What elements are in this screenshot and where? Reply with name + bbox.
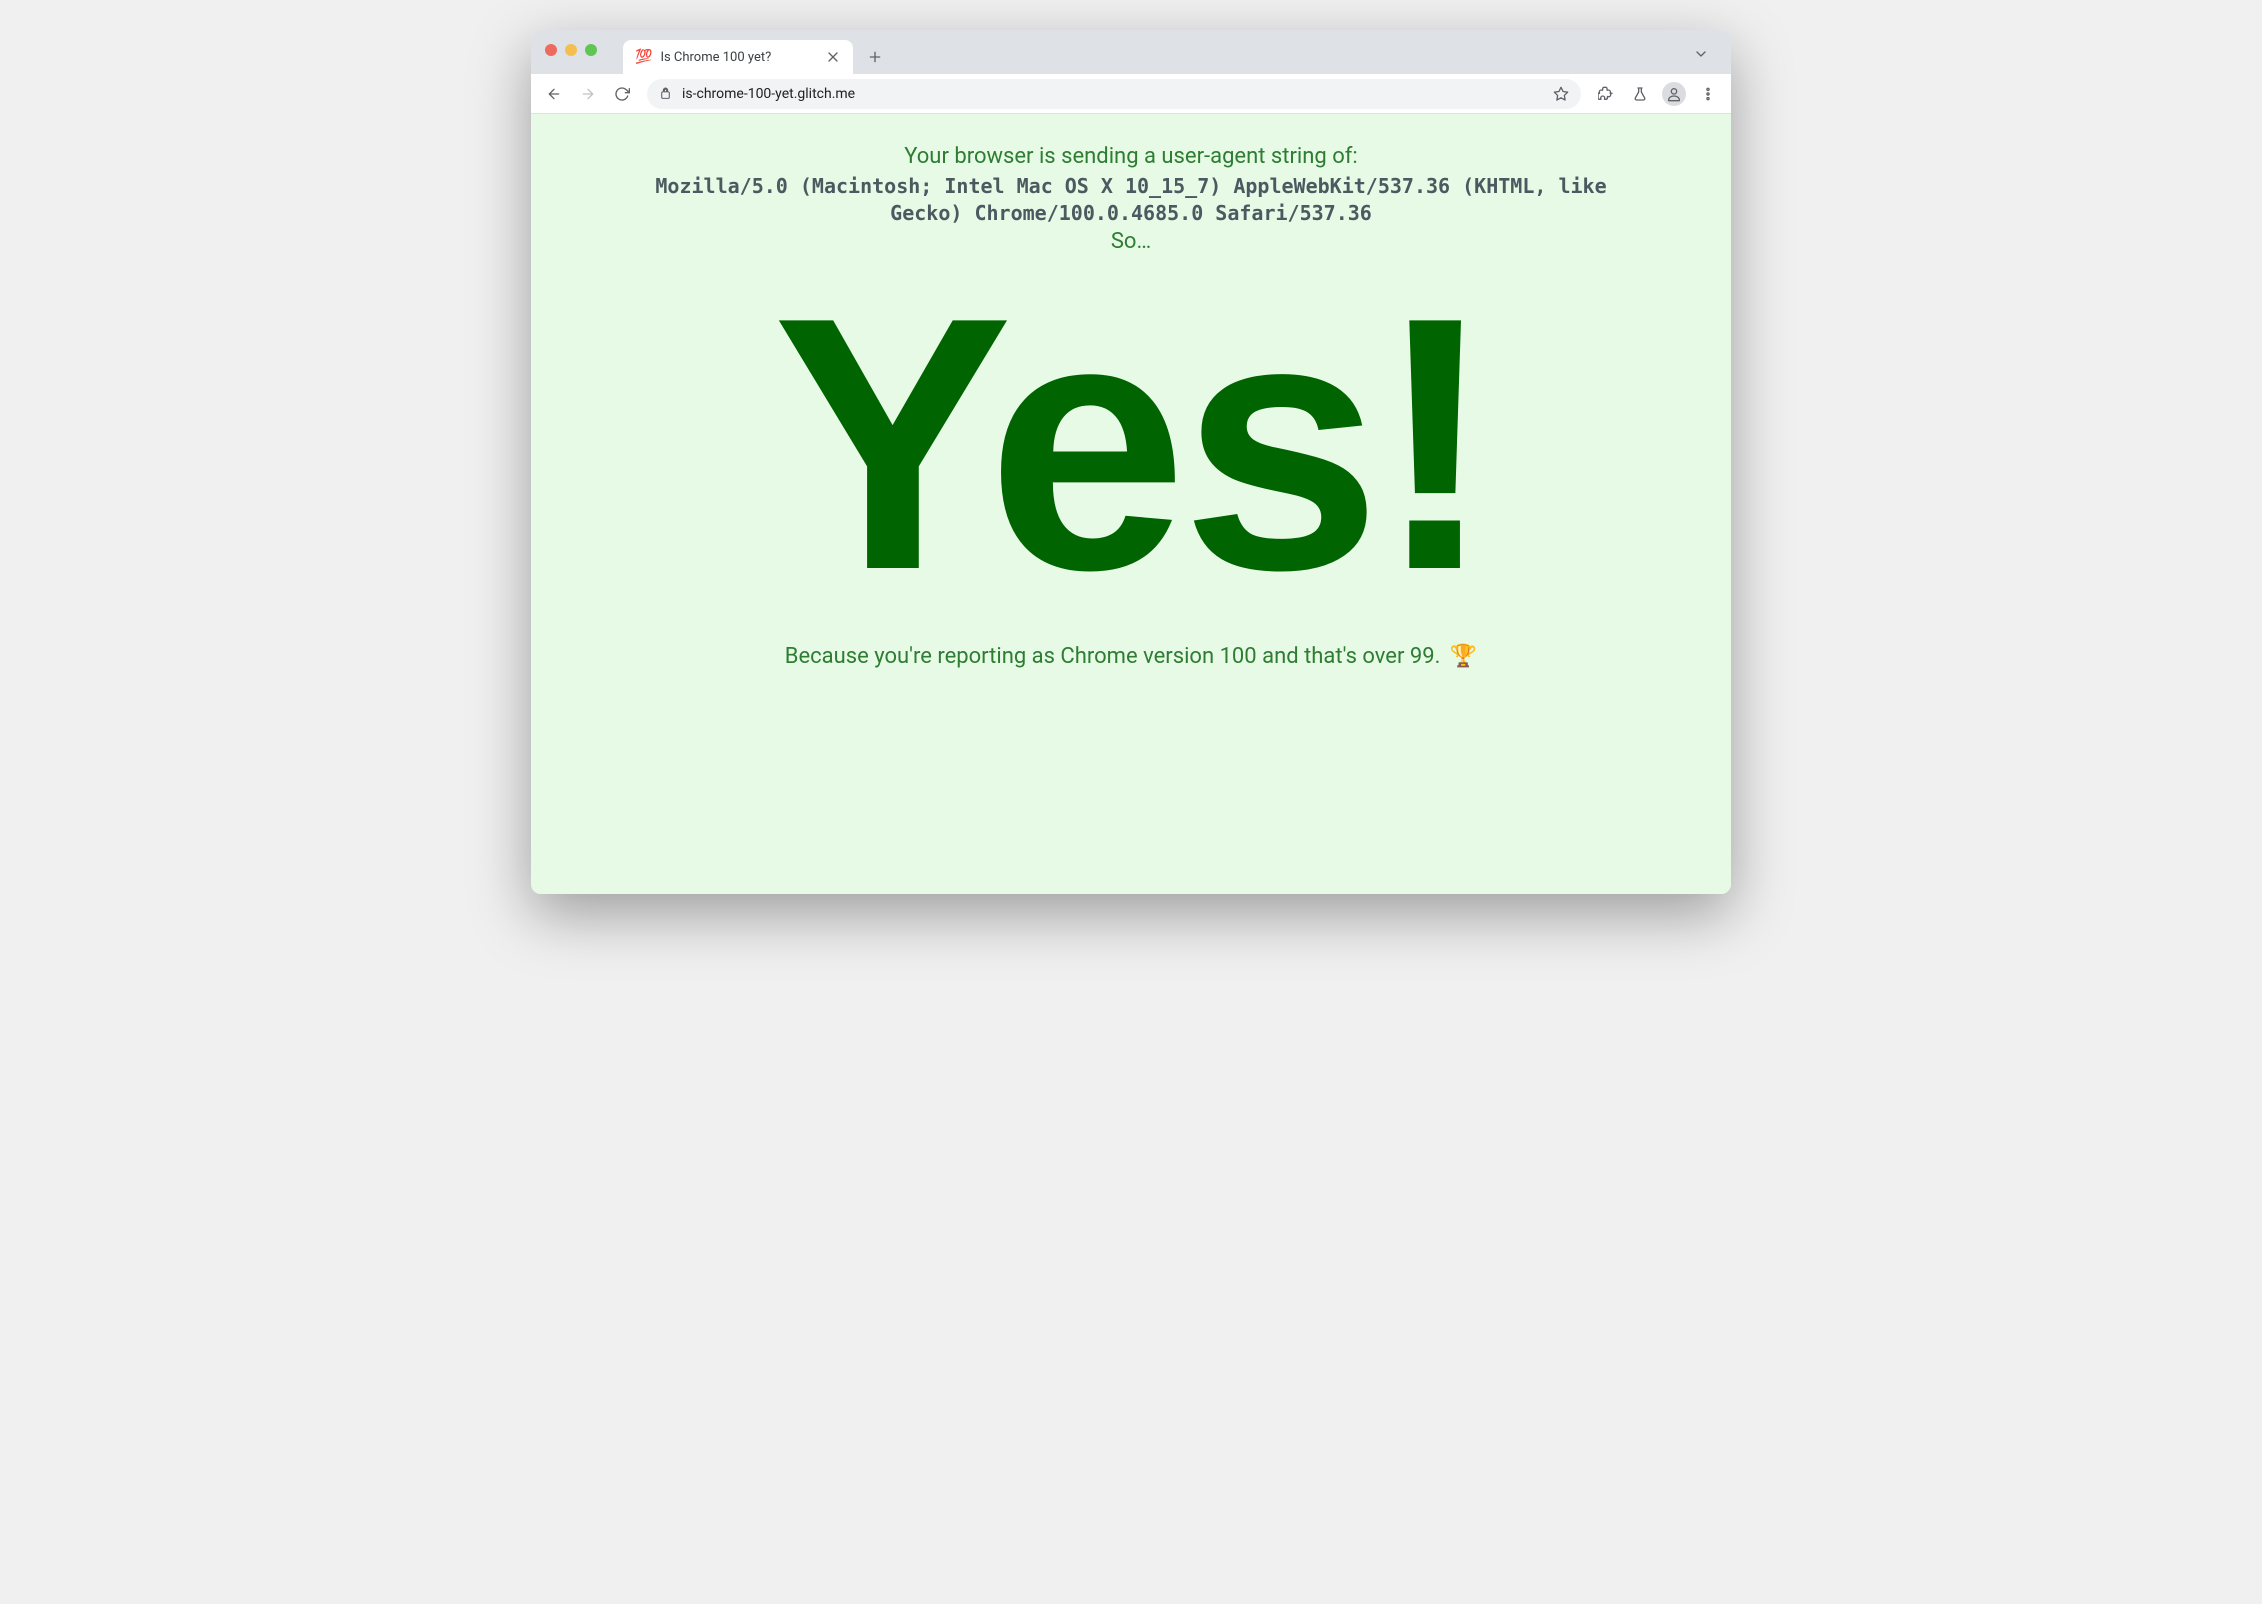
arrow-right-icon [580, 86, 596, 102]
extensions-button[interactable] [1591, 79, 1621, 109]
arrow-left-icon [546, 86, 562, 102]
avatar [1662, 82, 1686, 106]
because-text: Because you're reporting as Chrome versi… [571, 644, 1691, 669]
tab-strip: 💯 Is Chrome 100 yet? [623, 30, 1719, 74]
url-text: is-chrome-100-yet.glitch.me [682, 86, 1543, 102]
flask-icon [1632, 86, 1648, 102]
profile-button[interactable] [1659, 79, 1689, 109]
chevron-down-icon [1693, 46, 1709, 62]
person-icon [1666, 86, 1682, 102]
new-tab-button[interactable] [861, 43, 889, 71]
tabs-dropdown-button[interactable] [1687, 40, 1715, 68]
page-content: Your browser is sending a user-agent str… [531, 114, 1731, 894]
browser-window: 💯 Is Chrome 100 yet? [531, 30, 1731, 894]
reload-icon [614, 86, 630, 102]
reload-button[interactable] [607, 79, 637, 109]
star-icon [1553, 86, 1569, 102]
nav-back-button[interactable] [539, 79, 569, 109]
lock-icon [659, 87, 672, 100]
titlebar: 💯 Is Chrome 100 yet? [531, 30, 1731, 74]
trophy-icon: 🏆 [1450, 644, 1477, 669]
plus-icon [867, 49, 883, 65]
tab-title: Is Chrome 100 yet? [660, 50, 817, 65]
tab-favicon-hundred-icon: 💯 [635, 50, 652, 64]
browser-tab[interactable]: 💯 Is Chrome 100 yet? [623, 40, 853, 74]
window-minimize-button[interactable] [565, 44, 577, 56]
window-close-button[interactable] [545, 44, 557, 56]
answer-text: Yes! [571, 264, 1691, 624]
window-maximize-button[interactable] [585, 44, 597, 56]
bookmark-button[interactable] [1553, 86, 1569, 102]
kebab-icon [1700, 86, 1716, 102]
labs-button[interactable] [1625, 79, 1655, 109]
menu-button[interactable] [1693, 79, 1723, 109]
because-label: Because you're reporting as Chrome versi… [785, 644, 1441, 669]
ua-string: Mozilla/5.0 (Macintosh; Intel Mac OS X 1… [621, 173, 1641, 227]
traffic-lights [545, 44, 597, 56]
nav-forward-button[interactable] [573, 79, 603, 109]
toolbar: is-chrome-100-yet.glitch.me [531, 74, 1731, 114]
tab-close-button[interactable] [825, 49, 841, 65]
address-bar[interactable]: is-chrome-100-yet.glitch.me [647, 79, 1581, 109]
ua-heading: Your browser is sending a user-agent str… [571, 144, 1691, 169]
puzzle-icon [1598, 86, 1614, 102]
close-icon [825, 49, 841, 65]
